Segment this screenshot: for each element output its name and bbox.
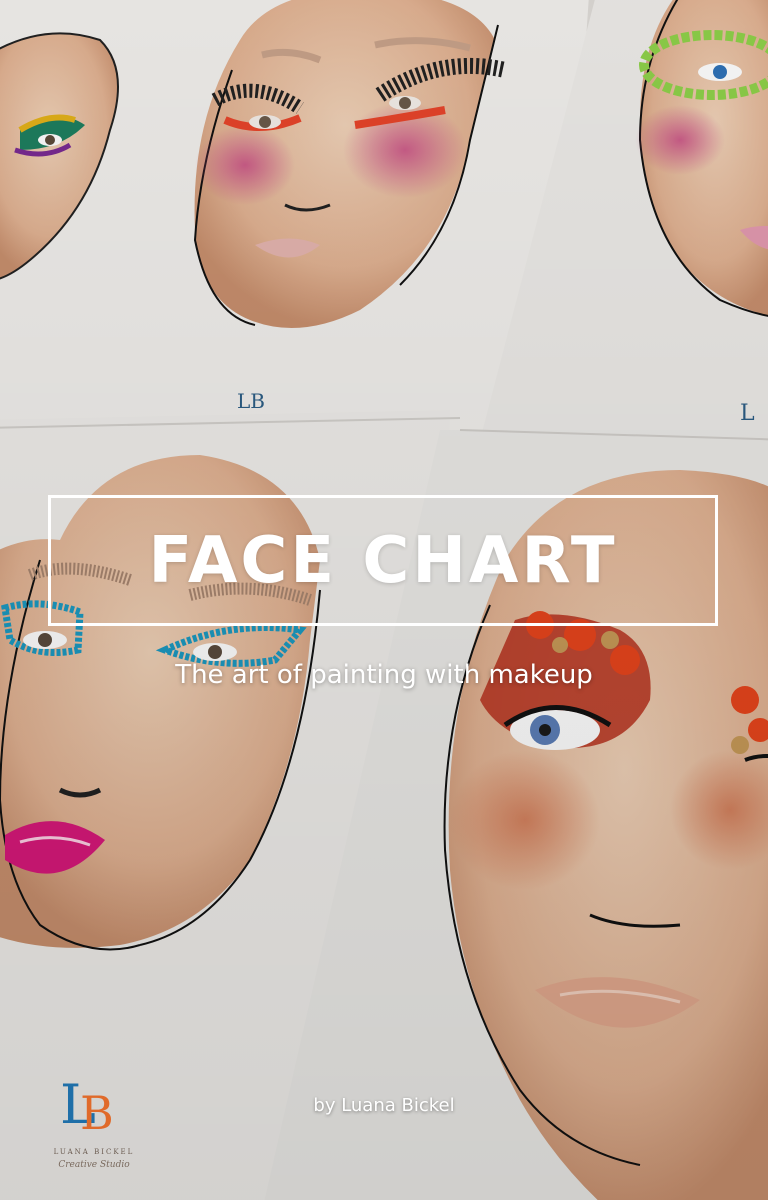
logo-tagline: Creative Studio [58,1160,130,1170]
logo-letter-b: B [80,1086,114,1140]
title-frame: FACE CHART [48,495,718,626]
logo-name: LUANA BICKEL [53,1148,135,1156]
cover-subtitle: The art of painting with makeup [175,660,593,690]
cover-title: FACE CHART [148,523,618,598]
brand-logo: L B LUANA BICKEL Creative Studio [46,1078,142,1178]
